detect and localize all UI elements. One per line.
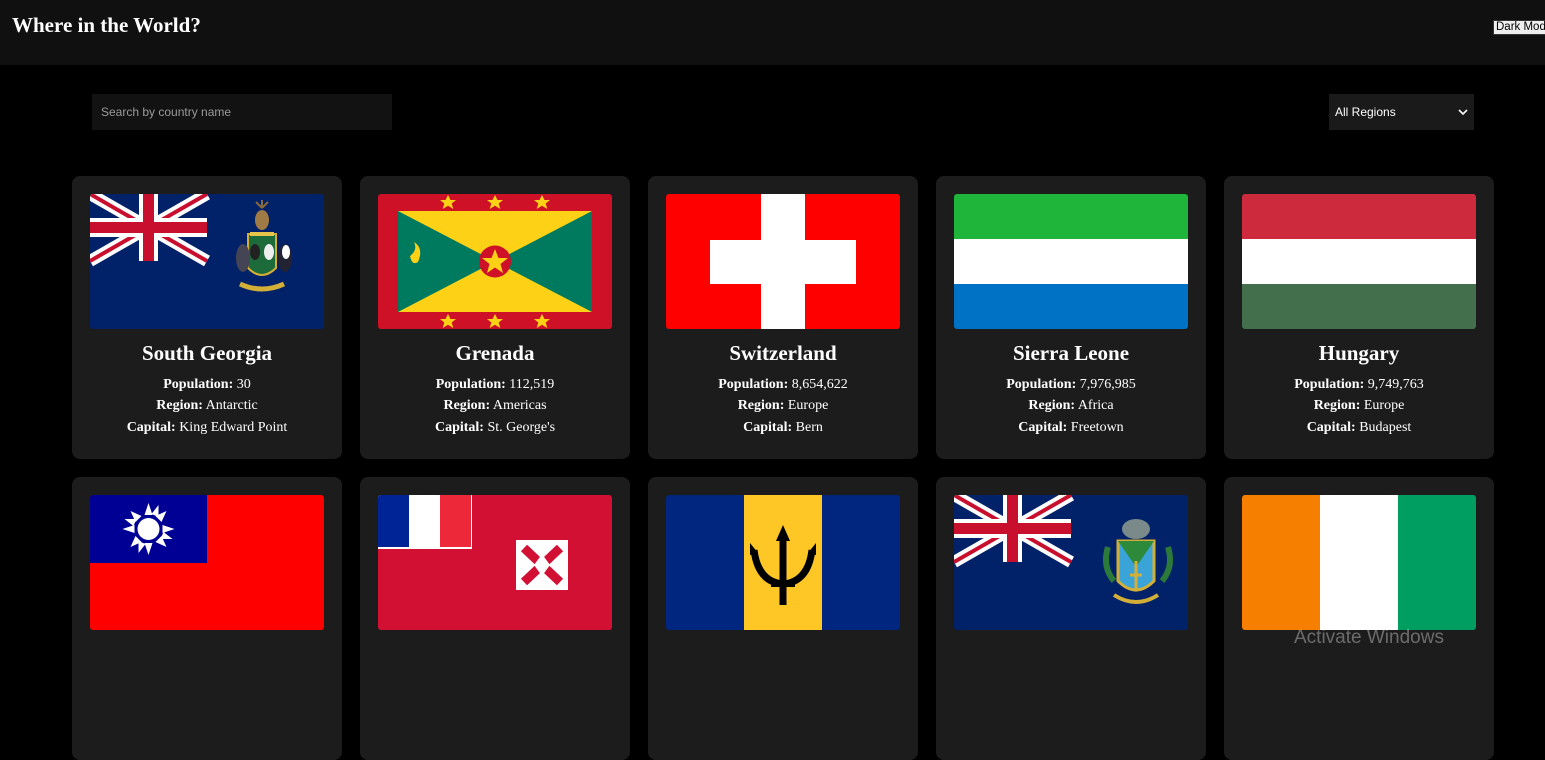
- region-row: Region: Europe: [1224, 398, 1494, 414]
- population-value: 8,654,622: [791, 377, 848, 392]
- capital-value: Freetown: [1070, 420, 1124, 435]
- capital-label: Capital:: [434, 420, 484, 435]
- capital-row: Capital: King Edward Point: [72, 420, 342, 436]
- activate-windows-watermark: Activate Windows: [1294, 627, 1444, 648]
- grenada-flag: [378, 194, 612, 329]
- region-value: Americas: [492, 398, 547, 413]
- region-row: Region: Africa: [936, 398, 1206, 414]
- country-name[interactable]: Grenada: [360, 341, 630, 366]
- region-label: Region:: [443, 398, 491, 413]
- capital-value: Budapest: [1359, 420, 1412, 435]
- population-value: 9,749,763: [1367, 377, 1424, 392]
- wallis-and-futuna-flag: [378, 495, 612, 630]
- capital-row: Capital: Budapest: [1224, 420, 1494, 436]
- region-row: Region: Antarctic: [72, 398, 342, 414]
- top-header: Where in the World? Dark Mode: [0, 0, 1545, 65]
- dark-mode-button[interactable]: Dark Mode: [1493, 20, 1545, 35]
- hungary-flag: [1242, 194, 1476, 329]
- app-title: Where in the World?: [12, 13, 201, 37]
- region-value: Africa: [1077, 398, 1114, 413]
- capital-row: Capital: St. George's: [360, 420, 630, 436]
- country-name[interactable]: Hungary: [1224, 341, 1494, 366]
- country-card[interactable]: Sierra Leone Population: 7,976,985 Regio…: [936, 176, 1206, 459]
- capital-label: Capital:: [126, 420, 176, 435]
- region-filter-select[interactable]: All Regions: [1329, 94, 1474, 130]
- country-card[interactable]: [360, 477, 630, 760]
- country-card[interactable]: Grenada Population: 112,519 Region: Amer…: [360, 176, 630, 459]
- ivory-coast-flag: [1242, 495, 1476, 630]
- country-name[interactable]: Sierra Leone: [936, 341, 1206, 366]
- country-card[interactable]: [648, 477, 918, 760]
- population-row: Population: 30: [72, 377, 342, 393]
- population-label: Population:: [435, 377, 506, 392]
- capital-label: Capital:: [1018, 420, 1068, 435]
- country-card[interactable]: [1224, 477, 1494, 760]
- country-card[interactable]: Switzerland Population: 8,654,622 Region…: [648, 176, 918, 459]
- region-label: Region:: [1028, 398, 1076, 413]
- country-name[interactable]: South Georgia: [72, 341, 342, 366]
- population-row: Population: 8,654,622: [648, 377, 918, 393]
- region-label: Region:: [156, 398, 203, 413]
- switzerland-flag: [666, 194, 900, 329]
- region-value: Europe: [1363, 398, 1405, 413]
- region-label: Region:: [737, 398, 785, 413]
- population-row: Population: 9,749,763: [1224, 377, 1494, 393]
- pitcairn-islands-flag: [954, 495, 1188, 630]
- chevron-down-icon: [1458, 109, 1468, 116]
- country-card[interactable]: [72, 477, 342, 760]
- sierra-leone-flag: [954, 194, 1188, 329]
- population-value: 112,519: [509, 377, 555, 392]
- capital-row: Capital: Freetown: [936, 420, 1206, 436]
- south-georgia-flag: [90, 194, 324, 329]
- population-label: Population:: [1006, 377, 1077, 392]
- capital-label: Capital:: [1306, 420, 1356, 435]
- country-name[interactable]: Switzerland: [648, 341, 918, 366]
- region-value: Europe: [787, 398, 829, 413]
- country-card[interactable]: South Georgia Population: 30 Region: Ant…: [72, 176, 342, 459]
- population-value: 30: [236, 377, 251, 392]
- capital-label: Capital:: [743, 420, 793, 435]
- region-value: Antarctic: [205, 398, 258, 413]
- capital-value: St. George's: [487, 420, 556, 435]
- region-filter-value: All Regions: [1335, 105, 1396, 119]
- capital-value: King Edward Point: [179, 420, 288, 435]
- population-label: Population:: [718, 377, 789, 392]
- population-row: Population: 112,519: [360, 377, 630, 393]
- search-input[interactable]: [92, 94, 392, 130]
- country-card[interactable]: [936, 477, 1206, 760]
- barbados-flag: [666, 495, 900, 630]
- region-row: Region: Europe: [648, 398, 918, 414]
- population-value: 7,976,985: [1079, 377, 1136, 392]
- capital-value: Bern: [795, 420, 823, 435]
- capital-row: Capital: Bern: [648, 420, 918, 436]
- taiwan-flag: [90, 495, 324, 630]
- population-label: Population:: [163, 377, 234, 392]
- region-label: Region:: [1313, 398, 1361, 413]
- country-card[interactable]: Hungary Population: 9,749,763 Region: Eu…: [1224, 176, 1494, 459]
- region-row: Region: Americas: [360, 398, 630, 414]
- population-label: Population:: [1294, 377, 1365, 392]
- population-row: Population: 7,976,985: [936, 377, 1206, 393]
